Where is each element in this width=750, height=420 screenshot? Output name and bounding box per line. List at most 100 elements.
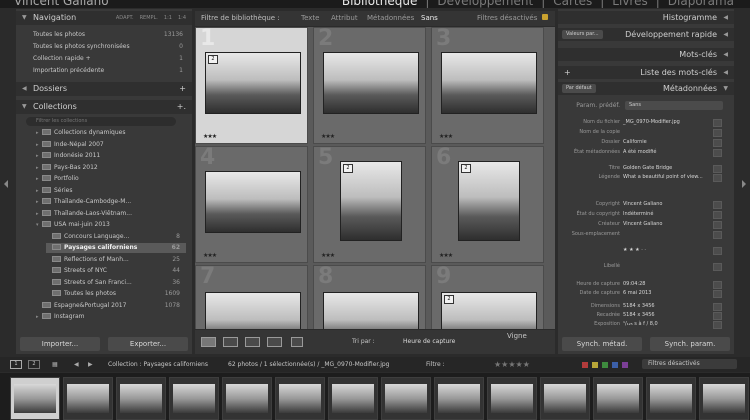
collection-item[interactable]: Streets of San Franci... 36 <box>46 278 186 288</box>
metadata-action-icon[interactable] <box>713 263 722 271</box>
photo-thumbnail[interactable]: 2 <box>340 161 402 241</box>
zoom-1-1[interactable]: 1:1 <box>164 11 172 25</box>
catalog-item[interactable]: Importation précédente 1 <box>33 66 183 76</box>
collection-item[interactable]: Paysages californiens 62 <box>46 243 186 253</box>
grid-cell[interactable]: 1 2 ★★★ <box>195 27 308 144</box>
filmstrip-thumbnail[interactable] <box>63 377 113 420</box>
collection-item[interactable]: ▸ Collections dynamiques <box>36 128 186 138</box>
star-rating[interactable]: ★★★ <box>203 252 217 259</box>
metadata-value[interactable]: 6 mai 2013 <box>623 289 651 298</box>
metadata-action-icon[interactable] <box>713 201 722 209</box>
loupe-view-icon[interactable] <box>223 337 238 347</box>
grid-cell[interactable]: 4 ★★★ <box>195 146 308 263</box>
filmstrip-thumbnail[interactable] <box>646 377 696 420</box>
metadata-value[interactable]: _MG_0970-Modifier.jpg <box>623 118 680 127</box>
collection-item[interactable]: Streets of NYC 44 <box>46 266 186 276</box>
metadata-action-icon[interactable] <box>713 139 722 147</box>
metadata-value[interactable]: 5184 x 3456 <box>623 311 655 320</box>
filter-tab-attribute[interactable]: Attribut <box>331 11 358 26</box>
add-folder-icon[interactable]: + <box>179 82 186 96</box>
metadata-action-icon[interactable] <box>713 281 722 289</box>
grid-cell[interactable]: 8 <box>313 265 426 329</box>
quick-develop-header[interactable]: Valeurs par... Développement rapide ◀ <box>558 28 734 41</box>
photo-thumbnail[interactable] <box>323 52 419 114</box>
grid-cell[interactable]: 6 2 ★★★ <box>431 146 544 263</box>
filmstrip-thumbnail[interactable] <box>169 377 219 420</box>
grid-view-icon[interactable] <box>201 337 216 347</box>
zoom-1-4[interactable]: 1:4 <box>178 11 186 25</box>
lock-icon[interactable] <box>542 14 548 20</box>
collection-item[interactable]: ▸ Thaïlande-Laos-Viêtnam... <box>36 209 186 219</box>
grid-cell[interactable]: 7 <box>195 265 308 329</box>
star-rating[interactable]: ★★★ <box>439 133 453 140</box>
filter-tab-text[interactable]: Texte <box>301 11 319 26</box>
import-button[interactable]: Importer... <box>20 337 100 351</box>
metadata-action-icon[interactable] <box>713 221 722 229</box>
back-arrow-icon[interactable]: ◀ <box>74 357 79 372</box>
folders-header[interactable]: ◀ Dossiers + <box>16 82 192 96</box>
green-label-icon[interactable] <box>602 362 608 368</box>
metadata-value[interactable]: 5184 x 3456 <box>623 302 655 311</box>
catalog-item[interactable]: Toutes les photos synchronisées 0 <box>33 42 183 52</box>
grid-cell[interactable]: 92 <box>431 265 544 329</box>
photo-thumbnail[interactable]: 2 <box>441 292 537 329</box>
photo-thumbnail[interactable] <box>205 171 301 233</box>
photo-thumbnail[interactable]: 2 <box>458 161 520 241</box>
compare-view-icon[interactable] <box>245 337 260 347</box>
survey-view-icon[interactable] <box>267 337 282 347</box>
blue-label-icon[interactable] <box>612 362 618 368</box>
star-rating[interactable]: ★★★ <box>321 252 335 259</box>
filter-tab-metadata[interactable]: Métadonnées <box>367 11 414 26</box>
metadata-value[interactable]: Golden Gate Bridge <box>623 164 672 173</box>
metadata-action-icon[interactable] <box>713 247 722 255</box>
grid-cell[interactable]: 3 ★★★ <box>431 27 544 144</box>
metadata-value[interactable]: ★ ★ ★ · · <box>623 246 646 255</box>
collections-header[interactable]: ▼ Collections +. <box>16 100 192 114</box>
metadata-view-dropdown[interactable]: Par défaut <box>562 84 596 93</box>
star-rating[interactable]: ★★★ <box>321 133 335 140</box>
photo-thumbnail[interactable] <box>323 292 419 329</box>
collection-search-input[interactable]: Filtrer les collections <box>26 117 176 126</box>
metadata-header[interactable]: Par défaut Métadonnées ▼ <box>558 82 734 95</box>
metadata-preset-dropdown[interactable]: Sans <box>625 101 723 110</box>
module-library[interactable]: Bibliothèque <box>342 0 418 8</box>
zoom-fill[interactable]: REMPL. <box>140 11 158 25</box>
metadata-value[interactable]: Indéterminé <box>623 210 653 219</box>
star-rating[interactable]: ★★★ <box>439 252 453 259</box>
metadata-action-icon[interactable] <box>713 303 722 311</box>
sync-settings-button[interactable]: Synch. param. <box>650 337 730 351</box>
filmstrip-thumbnail[interactable] <box>381 377 431 420</box>
metadata-action-icon[interactable] <box>713 149 722 157</box>
module-slideshow[interactable]: Diaporama <box>668 0 734 8</box>
collection-item[interactable]: ▾ USA mai-juin 2013 <box>36 220 186 230</box>
photo-thumbnail[interactable] <box>205 292 301 329</box>
page-1-button[interactable]: 1 <box>10 360 22 369</box>
photo-thumbnail[interactable] <box>441 52 537 114</box>
metadata-action-icon[interactable] <box>713 119 722 127</box>
forward-arrow-icon[interactable]: ▶ <box>88 357 93 372</box>
export-button[interactable]: Exporter... <box>108 337 188 351</box>
filter-tab-none[interactable]: Sans <box>421 11 438 26</box>
add-keyword-icon[interactable]: + <box>564 66 571 79</box>
left-panel-toggle-icon[interactable] <box>4 180 8 188</box>
quick-develop-preset[interactable]: Valeurs par... <box>562 30 603 39</box>
filmstrip-thumbnail[interactable] <box>328 377 378 420</box>
collection-item[interactable]: Reflections of Manh... 25 <box>46 255 186 265</box>
keyword-list-header[interactable]: + Liste des mots-clés ◀ <box>558 66 734 79</box>
metadata-action-icon[interactable] <box>713 312 722 320</box>
collection-item[interactable]: Toutes les photos 1609 <box>46 289 186 299</box>
collection-item[interactable]: ▸ Indonésie 2011 <box>36 151 186 161</box>
metadata-value[interactable]: ¹/₁₂₅ s à f / 8,0 <box>623 320 658 329</box>
filmstrip-thumbnail[interactable] <box>434 377 484 420</box>
filmstrip-thumbnail[interactable] <box>540 377 590 420</box>
filmstrip-thumbnail[interactable] <box>487 377 537 420</box>
module-develop[interactable]: Développement <box>437 0 533 8</box>
catalog-item[interactable]: Collection rapide +1 <box>33 54 183 64</box>
add-collection-icon[interactable]: +. <box>177 100 186 114</box>
filmstrip-source[interactable]: Collection : Paysages californiens <box>108 357 208 372</box>
metadata-action-icon[interactable] <box>713 165 722 173</box>
metadata-action-icon[interactable] <box>713 129 722 137</box>
yellow-label-icon[interactable] <box>592 362 598 368</box>
collection-item[interactable]: Espagne&Portugal 2017 1078 <box>36 301 186 311</box>
sync-metadata-button[interactable]: Synch. métad. <box>562 337 642 351</box>
